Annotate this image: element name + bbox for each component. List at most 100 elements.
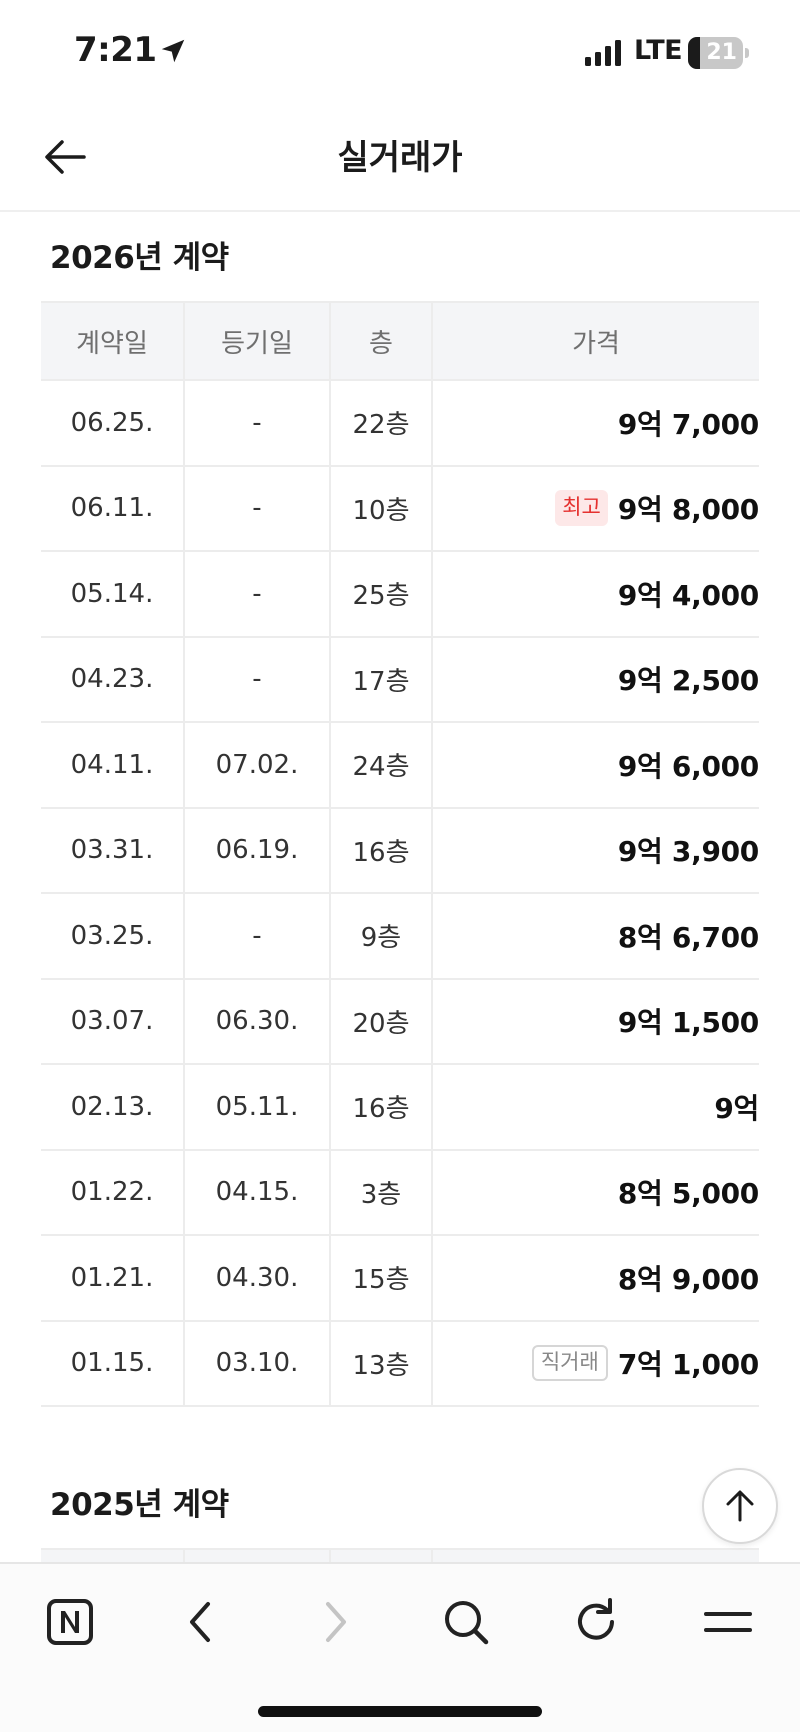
search-icon (445, 1601, 489, 1645)
column-header-price: 가격 (431, 301, 759, 381)
floor-cell: 3층 (329, 1149, 432, 1236)
transaction-table-2026: 계약일 등기일 층 가격 06.25. -22층 9억 7,000 06.11. -10… (41, 301, 759, 1407)
price-cell: 9억 3,900 (431, 807, 759, 894)
table-row[interactable]: 04.11. 07.02. 24층 9억 6,000 (41, 722, 759, 809)
browser-back-button[interactable] (172, 1592, 232, 1652)
price-value: 9억 3,900 (617, 835, 759, 869)
price-cell: 8억 9,000 (431, 1235, 759, 1322)
floor-cell: 25층 (329, 551, 432, 638)
contract-date-cell: 02.13. (41, 1064, 184, 1151)
registration-date-cell: 06.30. (183, 978, 330, 1065)
section-title-2026: 2026년 계약 (50, 240, 229, 276)
table-row[interactable]: 01.21. 04.30. 15층 8억 9,000 (41, 1235, 759, 1322)
table-row[interactable]: 06.11. -10층 최고 9억 8,000 (41, 465, 759, 552)
table-row[interactable]: 03.31. 06.19. 16층 9억 3,900 (41, 807, 759, 894)
registration-date-cell: 06.19. (183, 807, 330, 894)
registration-date-cell: 04.15. (183, 1149, 330, 1236)
cellular-signal-icon (585, 40, 621, 66)
column-header-registration-date: 등기일 (183, 301, 330, 381)
transaction-table-2025 (41, 1548, 759, 1562)
battery-icon: 21 (688, 37, 749, 69)
contract-date-cell: 05.14. (41, 551, 184, 638)
registration-date-cell: 07.02. (183, 722, 330, 809)
table-row[interactable]: 05.14. -25층 9억 4,000 (41, 551, 759, 638)
contract-date-cell: 01.22. (41, 1149, 184, 1236)
contract-date-cell: 03.07. (41, 978, 184, 1065)
battery-level: 21 (706, 40, 737, 65)
registration-date-cell: 04.30. (183, 1235, 330, 1322)
price-cell: 직거래 7억 1,000 (431, 1320, 759, 1407)
table-row[interactable]: 01.22. 04.15. 3층 8억 5,000 (41, 1149, 759, 1236)
menu-icon (704, 1612, 752, 1632)
price-value: 8억 5,000 (617, 1177, 759, 1211)
contract-date-cell: 04.23. (41, 636, 184, 723)
table-header-row: 계약일 등기일 층 가격 (41, 301, 759, 381)
contract-date-cell: 03.31. (41, 807, 184, 894)
price-value: 7억 1,000 (617, 1347, 759, 1381)
naver-home-icon (47, 1599, 93, 1645)
column-header-contract-date: 계약일 (41, 301, 184, 381)
price-value: 8억 6,700 (617, 920, 759, 954)
price-value: 9억 (714, 1091, 759, 1125)
scroll-to-top-button[interactable] (702, 1468, 778, 1544)
status-time: 7:21 (74, 30, 157, 70)
arrow-up-icon (726, 1490, 754, 1522)
table-row[interactable]: 03.25. -9층 8억 6,700 (41, 893, 759, 980)
registration-date-cell: - (183, 551, 330, 638)
price-value: 9억 2,500 (617, 664, 759, 698)
price-cell: 8억 5,000 (431, 1149, 759, 1236)
table-row[interactable]: 02.13. 05.11. 16층 9억 (41, 1064, 759, 1151)
app-header: 실거래가 (0, 100, 800, 212)
price-cell: 최고 9억 8,000 (431, 465, 759, 552)
price-cell: 9억 7,000 (431, 380, 759, 467)
price-cell: 9억 (431, 1064, 759, 1151)
table-row[interactable]: 04.23. -17층 9억 2,500 (41, 636, 759, 723)
column-header-floor: 층 (329, 301, 432, 381)
chevron-right-icon (326, 1602, 346, 1642)
floor-cell: 16층 (329, 807, 432, 894)
floor-cell: 22층 (329, 380, 432, 467)
price-value: 9억 6,000 (617, 749, 759, 783)
floor-cell: 15층 (329, 1235, 432, 1322)
table-row[interactable]: 03.07. 06.30. 20층 9억 1,500 (41, 978, 759, 1065)
price-cell: 9억 6,000 (431, 722, 759, 809)
floor-cell: 10층 (329, 465, 432, 552)
browser-toolbar (0, 1562, 800, 1732)
registration-date-cell: - (183, 893, 330, 980)
registration-date-cell: - (183, 465, 330, 552)
browser-forward-button[interactable] (304, 1592, 364, 1652)
status-bar: 7:21 LTE 21 (0, 0, 800, 100)
browser-menu-button[interactable] (698, 1592, 758, 1652)
floor-cell: 9층 (329, 893, 432, 980)
registration-date-cell: 03.10. (183, 1320, 330, 1407)
browser-refresh-button[interactable] (566, 1592, 626, 1652)
floor-cell: 24층 (329, 722, 432, 809)
registration-date-cell: - (183, 636, 330, 723)
table-header-row (41, 1548, 759, 1562)
browser-search-button[interactable] (436, 1592, 496, 1652)
floor-cell: 13층 (329, 1320, 432, 1407)
table-row[interactable]: 01.15. 03.10. 13층 직거래 7억 1,000 (41, 1320, 759, 1407)
price-cell: 9억 2,500 (431, 636, 759, 723)
table-row[interactable]: 06.25. -22층 9억 7,000 (41, 380, 759, 467)
price-value: 8억 9,000 (617, 1262, 759, 1296)
price-value: 9억 7,000 (617, 407, 759, 441)
price-cell: 9억 1,500 (431, 978, 759, 1065)
contract-date-cell: 06.25. (41, 380, 184, 467)
floor-cell: 17층 (329, 636, 432, 723)
naver-home-button[interactable] (42, 1592, 102, 1652)
contract-date-cell: 01.15. (41, 1320, 184, 1407)
price-value: 9억 8,000 (617, 492, 759, 526)
page-title: 실거래가 (337, 138, 463, 178)
contract-date-cell: 03.25. (41, 893, 184, 980)
floor-cell: 16층 (329, 1064, 432, 1151)
highest-price-badge: 최고 (555, 490, 608, 526)
contract-date-cell: 04.11. (41, 722, 184, 809)
transaction-list[interactable]: 2026년 계약 계약일 등기일 층 가격 06.25. -22층 9억 7,000… (0, 214, 800, 1562)
floor-cell: 20층 (329, 978, 432, 1065)
registration-date-cell: - (183, 380, 330, 467)
refresh-icon (578, 1598, 614, 1640)
section-title-2025: 2025년 계약 (50, 1487, 229, 1523)
direct-deal-badge: 직거래 (531, 1345, 608, 1381)
price-value: 9억 4,000 (617, 578, 759, 612)
